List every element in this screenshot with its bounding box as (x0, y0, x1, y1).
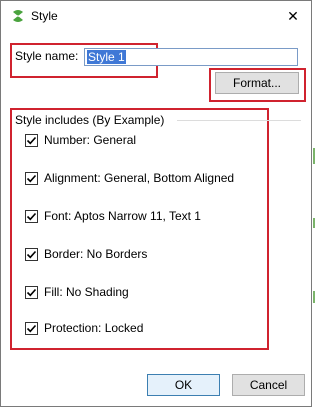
title-bar: Style ✕ (1, 1, 311, 31)
checkbox-alignment[interactable] (25, 171, 38, 185)
include-protection-label: Protection: Locked (44, 321, 144, 335)
checkbox-font[interactable] (25, 209, 38, 223)
include-border-label: Border: No Borders (44, 247, 148, 261)
include-font-label: Font: Aptos Narrow 11, Text 1 (44, 209, 201, 223)
include-fill-label: Fill: No Shading (44, 285, 129, 299)
include-border[interactable]: Border: No Borders (25, 247, 147, 261)
checkbox-protection[interactable] (25, 321, 38, 335)
background-sheet-edge (313, 218, 315, 228)
checkbox-border[interactable] (25, 247, 38, 261)
group-divider (177, 120, 301, 121)
include-protection[interactable]: Protection: Locked (25, 321, 143, 335)
checkmark-icon (26, 136, 37, 144)
checkmark-icon (26, 324, 37, 332)
ok-button[interactable]: OK (147, 374, 220, 396)
excel-style-icon (11, 9, 25, 23)
style-name-label: Style name: (15, 49, 79, 63)
checkbox-fill[interactable] (25, 285, 38, 299)
cancel-button[interactable]: Cancel (232, 374, 305, 396)
includes-group-title: Style includes (By Example) (15, 113, 165, 127)
format-button[interactable]: Format... (215, 72, 299, 94)
include-fill[interactable]: Fill: No Shading (25, 285, 129, 299)
checkmark-icon (26, 174, 37, 182)
style-name-row: Style name: (15, 49, 78, 63)
checkmark-icon (26, 212, 37, 220)
include-alignment-label: Alignment: General, Bottom Aligned (44, 171, 235, 185)
checkmark-icon (26, 250, 37, 258)
style-name-input[interactable]: Style 1 (84, 48, 298, 66)
dialog-title: Style (31, 9, 58, 23)
background-sheet-edge (313, 291, 315, 303)
close-button[interactable]: ✕ (283, 6, 303, 26)
include-number[interactable]: Number: General (25, 133, 136, 147)
style-name-value: Style 1 (87, 50, 126, 64)
include-font[interactable]: Font: Aptos Narrow 11, Text 1 (25, 209, 201, 223)
close-icon: ✕ (287, 7, 299, 24)
include-number-label: Number: General (44, 133, 137, 147)
style-dialog: Style ✕ Style name: Style 1 Format... St… (0, 0, 312, 407)
checkmark-icon (26, 288, 37, 296)
checkbox-number[interactable] (25, 133, 38, 147)
include-alignment[interactable]: Alignment: General, Bottom Aligned (25, 171, 234, 185)
background-sheet-edge (313, 148, 315, 164)
